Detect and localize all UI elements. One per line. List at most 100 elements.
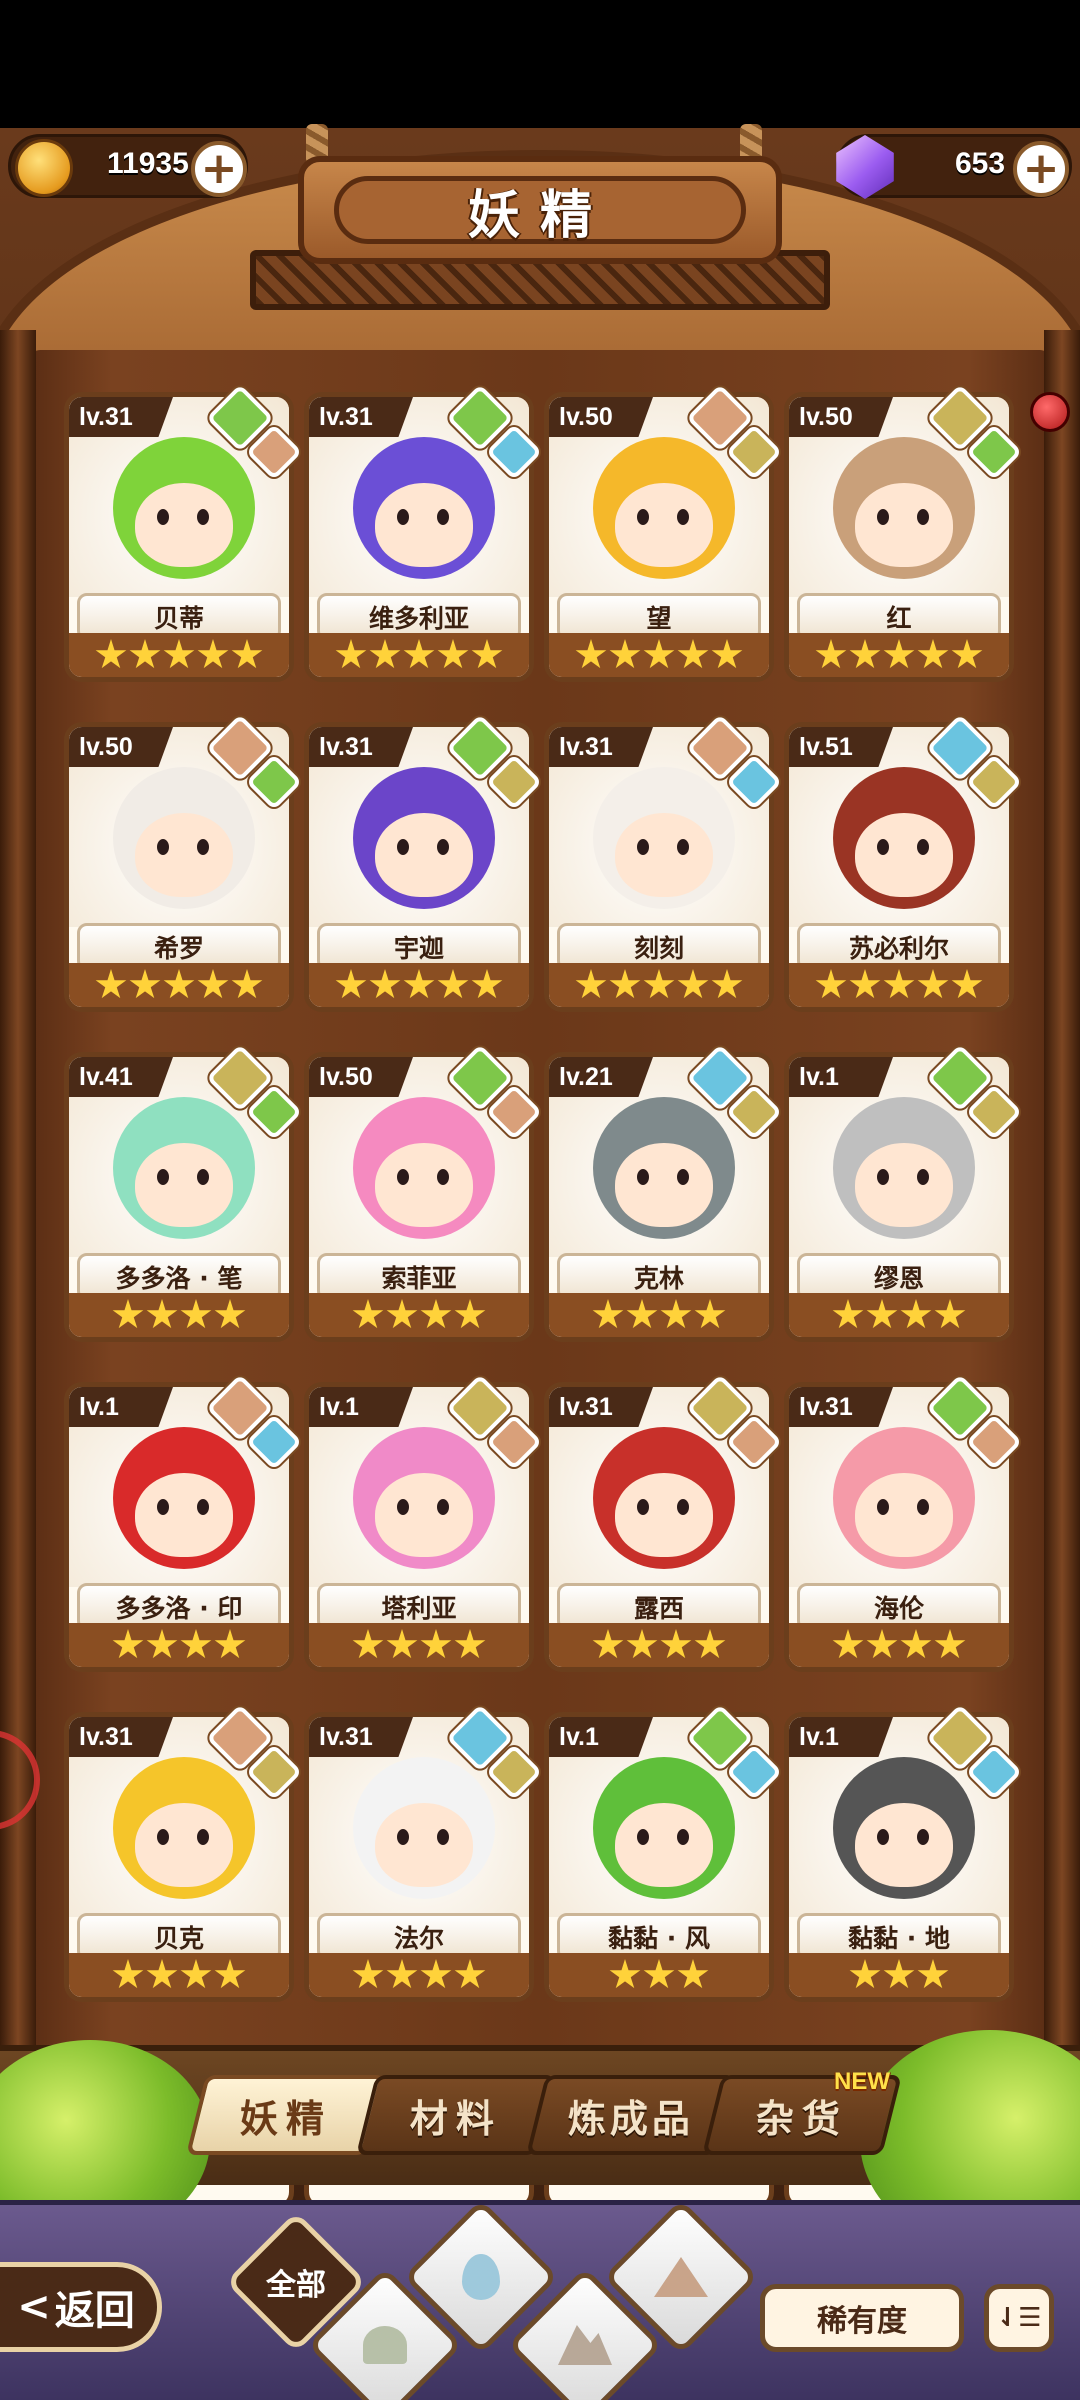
fairy-eye xyxy=(157,509,169,525)
fairy-eye xyxy=(677,1829,689,1845)
title-plaque: 妖精 xyxy=(298,156,782,264)
fairy-card[interactable]: lv.41 多多洛 · 笔 xyxy=(64,1052,294,1342)
tab-materials[interactable]: 材料 xyxy=(356,2075,556,2155)
star-icon xyxy=(934,1299,966,1329)
fairy-face xyxy=(135,483,233,567)
level-badge: lv.31 xyxy=(309,1717,413,1757)
fairy-card[interactable]: lv.31 宇迦 xyxy=(304,722,534,1012)
fairy-card[interactable]: lv.31 海伦 xyxy=(784,1382,1014,1672)
fairy-eye xyxy=(437,1829,449,1845)
star-icon xyxy=(694,1299,726,1329)
fairy-name: 克林 xyxy=(633,1264,684,1293)
fairy-card[interactable]: lv.1 多多洛 · 印 xyxy=(64,1382,294,1672)
fairy-card[interactable]: lv.31 法尔 xyxy=(304,1712,534,2002)
star-icon xyxy=(917,1959,949,1989)
star-icon xyxy=(112,1299,144,1329)
star-icon xyxy=(95,639,127,669)
fairy-card[interactable]: lv.21 克林 xyxy=(544,1052,774,1342)
fairy-card[interactable]: lv.31 贝蒂 xyxy=(64,392,294,682)
fairy-card[interactable]: lv.31 贝克 xyxy=(64,1712,294,2002)
fairy-card[interactable]: lv.1 黏黏 · 风 xyxy=(544,1712,774,2002)
fairy-eye xyxy=(637,1499,649,1515)
star-icon xyxy=(900,1299,932,1329)
star-icon xyxy=(335,639,367,669)
add-gem-button[interactable]: + xyxy=(1013,141,1069,197)
star-rating xyxy=(69,963,289,1007)
fairy-name: 索菲亚 xyxy=(381,1264,457,1293)
star-icon xyxy=(163,969,195,999)
rarity-sort-button[interactable]: 稀有度 xyxy=(760,2284,964,2352)
fairy-face xyxy=(855,813,953,897)
star-icon xyxy=(437,639,469,669)
fairy-face xyxy=(615,1143,713,1227)
star-rating xyxy=(309,1953,529,1997)
fairy-eye xyxy=(637,1829,649,1845)
star-icon xyxy=(369,969,401,999)
star-icon xyxy=(677,639,709,669)
star-icon xyxy=(609,639,641,669)
fairy-face xyxy=(615,813,713,897)
level-badge: lv.1 xyxy=(309,1387,413,1427)
star-icon xyxy=(352,1959,384,1989)
star-icon xyxy=(214,1959,246,1989)
fairy-name: 多多洛 · 印 xyxy=(115,1594,243,1623)
level-badge: lv.41 xyxy=(69,1057,173,1097)
fairy-eye xyxy=(157,1829,169,1845)
fairy-card[interactable]: lv.1 缪恩 xyxy=(784,1052,1014,1342)
star-icon xyxy=(643,1959,675,1989)
star-icon xyxy=(677,1959,709,1989)
fairy-face xyxy=(135,1143,233,1227)
fairy-face xyxy=(615,1473,713,1557)
star-icon xyxy=(129,639,161,669)
star-icon xyxy=(643,639,675,669)
star-icon xyxy=(592,1629,624,1659)
gold-coin-icon xyxy=(15,139,73,197)
add-gold-button[interactable]: + xyxy=(191,141,247,197)
fairy-card[interactable]: lv.50 望 xyxy=(544,392,774,682)
fairy-name: 红 xyxy=(886,604,912,633)
fairy-name: 贝蒂 xyxy=(153,604,204,633)
star-icon xyxy=(403,969,435,999)
fairy-face xyxy=(855,1143,953,1227)
star-icon xyxy=(420,1959,452,1989)
tab-fairy[interactable]: 妖精 xyxy=(186,2075,386,2155)
fairy-card[interactable]: lv.51 苏必利尔 xyxy=(784,722,1014,1012)
star-icon xyxy=(420,1299,452,1329)
star-icon xyxy=(849,969,881,999)
gem-value: 653 xyxy=(955,147,1006,180)
star-icon xyxy=(626,1629,658,1659)
star-icon xyxy=(609,969,641,999)
sort-order-button[interactable]: ⇃☰ xyxy=(984,2284,1054,2352)
fairy-eye xyxy=(677,509,689,525)
star-icon xyxy=(866,1299,898,1329)
fairy-card[interactable]: lv.31 刻刻 xyxy=(544,722,774,1012)
fairy-card[interactable]: lv.1 黏黏 · 地 xyxy=(784,1712,1014,2002)
notification-dot-icon[interactable] xyxy=(1030,392,1070,432)
star-icon xyxy=(454,1629,486,1659)
star-rating xyxy=(309,1623,529,1667)
fairy-eye xyxy=(437,1169,449,1185)
back-button[interactable]: < 返回 xyxy=(0,2262,162,2352)
fairy-eye xyxy=(397,1829,409,1845)
fairy-card[interactable]: lv.50 红 xyxy=(784,392,1014,682)
fairy-card[interactable]: lv.50 希罗 xyxy=(64,722,294,1012)
fairy-card[interactable]: lv.1 塔利亚 xyxy=(304,1382,534,1672)
mountain-fire-icon xyxy=(654,2257,708,2297)
star-icon xyxy=(900,1629,932,1659)
star-icon xyxy=(437,969,469,999)
level-badge: lv.31 xyxy=(69,397,173,437)
fairy-name: 多多洛 · 笔 xyxy=(115,1264,243,1293)
star-rating xyxy=(789,633,1009,677)
star-icon xyxy=(592,1299,624,1329)
fairy-name: 缪恩 xyxy=(873,1264,924,1293)
star-rating xyxy=(309,633,529,677)
fairy-card[interactable]: lv.31 维多利亚 xyxy=(304,392,534,682)
fairy-card[interactable]: lv.31 露西 xyxy=(544,1382,774,1672)
fairy-name: 黏黏 · 地 xyxy=(848,1924,950,1953)
fairy-card[interactable]: lv.50 索菲亚 xyxy=(304,1052,534,1342)
star-icon xyxy=(352,1299,384,1329)
star-icon xyxy=(711,969,743,999)
star-icon xyxy=(214,1299,246,1329)
star-icon xyxy=(231,639,263,669)
star-icon xyxy=(694,1629,726,1659)
